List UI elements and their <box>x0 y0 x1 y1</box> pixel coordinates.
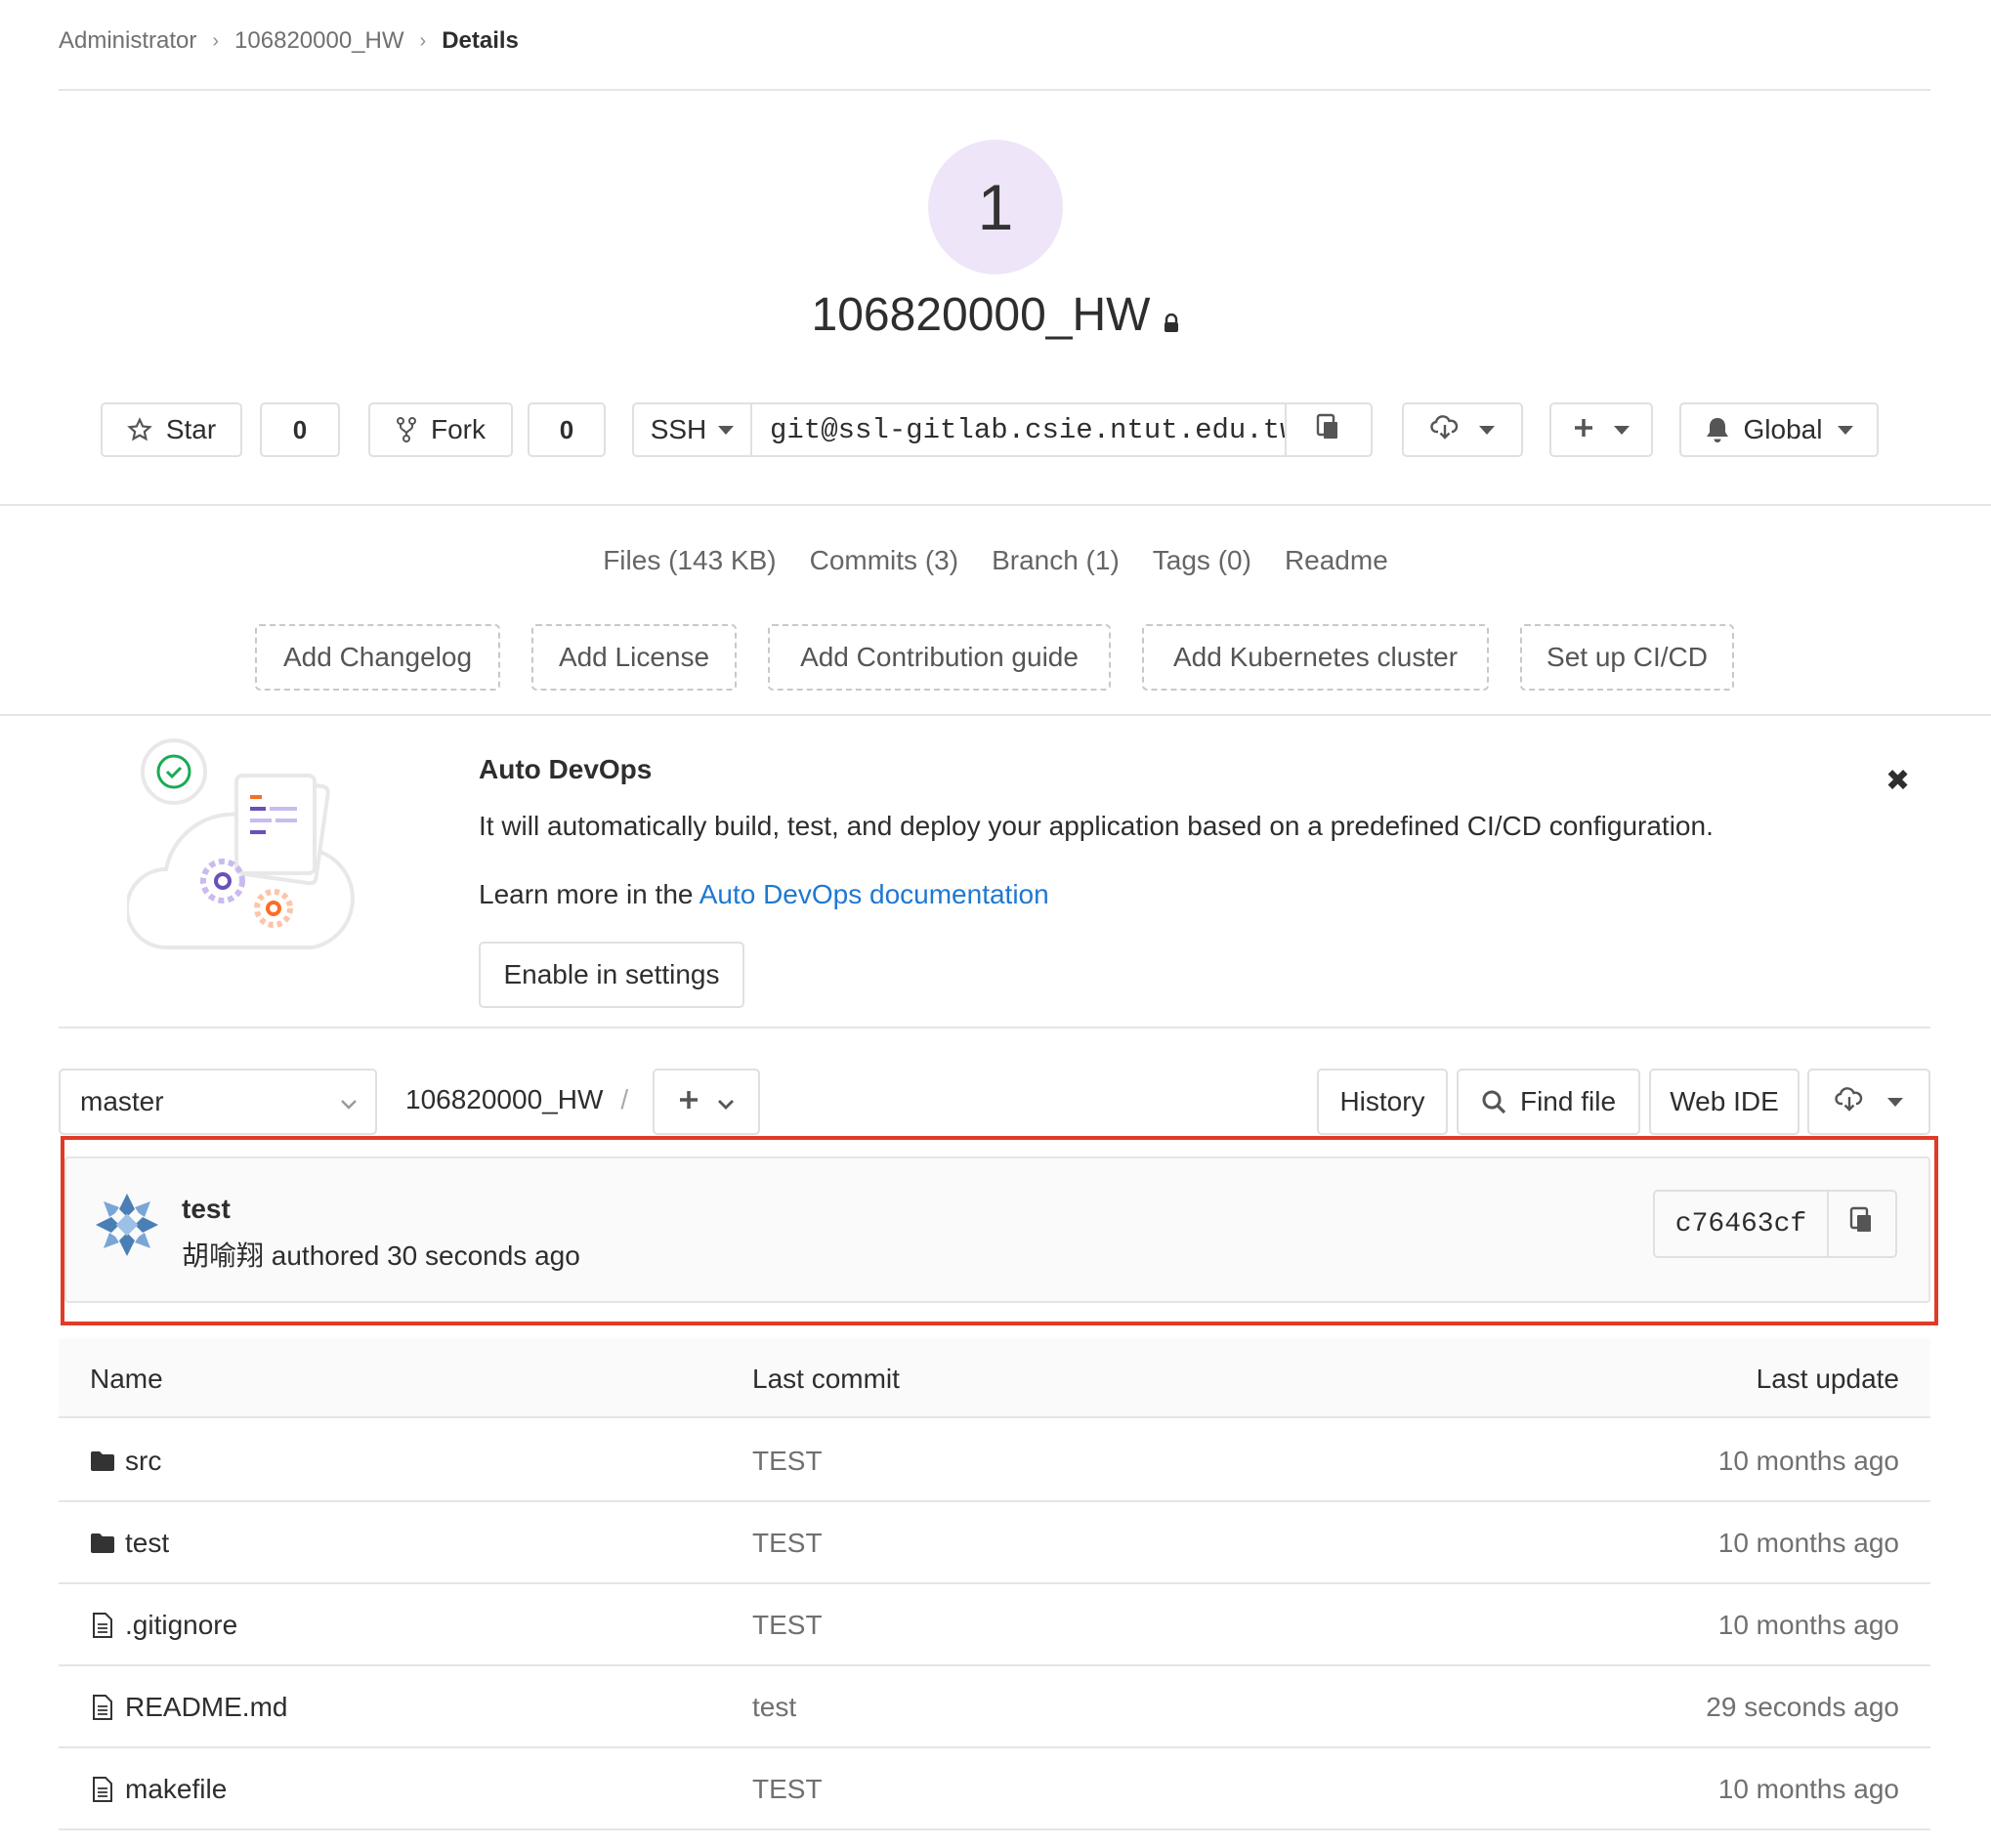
file-name[interactable]: src <box>125 1446 161 1477</box>
add-changelog-button[interactable]: Add Changelog <box>255 624 500 691</box>
copy-url-button[interactable] <box>1285 402 1373 457</box>
breadcrumb-item-administrator[interactable]: Administrator <box>59 27 196 55</box>
file-last-commit[interactable]: TEST <box>752 1774 823 1805</box>
divider <box>0 504 1991 506</box>
download-dropdown[interactable] <box>1402 402 1523 457</box>
new-item-dropdown[interactable] <box>1549 402 1653 457</box>
lock-icon <box>1164 291 1179 345</box>
protocol-dropdown[interactable]: SSH <box>632 402 752 457</box>
breadcrumb: Administrator › 106820000_HW › Details <box>59 27 519 55</box>
file-last-commit[interactable]: TEST <box>752 1446 823 1477</box>
project-stats: Files (143 KB) Commits (3) Branch (1) Ta… <box>0 545 1991 576</box>
star-button[interactable]: Star <box>101 402 242 457</box>
table-row[interactable]: .gitignore TEST 10 months ago <box>59 1584 1930 1666</box>
table-row[interactable]: README.md test 29 seconds ago <box>59 1666 1930 1748</box>
chevron-right-icon: › <box>419 29 427 52</box>
stat-files[interactable]: Files (143 KB) <box>603 545 776 576</box>
clone-url-input[interactable]: git@ssl-gitlab.csie.ntut.edu.tw <box>750 402 1287 457</box>
column-last-update: Last update <box>1756 1364 1899 1394</box>
file-last-update: 10 months ago <box>1717 1774 1899 1804</box>
project-name: 106820000_HW <box>811 289 1151 341</box>
caret-down-icon <box>1479 425 1495 435</box>
file-last-update: 10 months ago <box>1717 1446 1899 1476</box>
table-row[interactable]: src TEST 10 months ago <box>59 1420 1930 1502</box>
auto-devops-illustration <box>125 733 361 962</box>
chevron-right-icon: › <box>212 29 220 52</box>
add-contribution-guide-button[interactable]: Add Contribution guide <box>768 624 1111 691</box>
auto-devops-docs-link[interactable]: Auto DevOps documentation <box>699 879 1049 909</box>
bell-icon <box>1705 416 1730 443</box>
breadcrumb-item-project[interactable]: 106820000_HW <box>234 27 403 55</box>
stat-readme[interactable]: Readme <box>1285 545 1388 576</box>
auto-devops-description: It will automatically build, test, and d… <box>479 811 1714 841</box>
chevron-down-icon <box>717 1086 735 1117</box>
search-icon <box>1481 1089 1506 1114</box>
star-count[interactable]: 0 <box>260 402 340 457</box>
file-table-header <box>59 1338 1930 1418</box>
fork-icon <box>396 416 417 443</box>
close-icon[interactable]: ✖ <box>1885 764 1910 798</box>
file-name[interactable]: .gitignore <box>125 1610 237 1641</box>
project-avatar: 1 <box>928 140 1063 274</box>
file-name[interactable]: test <box>125 1528 169 1559</box>
caret-down-icon <box>1614 425 1630 435</box>
caret-down-icon <box>1838 425 1854 435</box>
column-last-commit: Last commit <box>752 1364 900 1394</box>
divider <box>59 1027 1930 1029</box>
find-file-button[interactable]: Find file <box>1457 1069 1640 1135</box>
path-separator: / <box>620 1084 629 1114</box>
file-name[interactable]: README.md <box>125 1692 287 1723</box>
divider <box>59 89 1930 91</box>
file-icon <box>90 1776 115 1803</box>
web-ide-button[interactable]: Web IDE <box>1649 1069 1800 1135</box>
caret-down-icon <box>1887 1097 1903 1107</box>
file-last-commit[interactable]: TEST <box>752 1528 823 1559</box>
add-kubernetes-cluster-button[interactable]: Add Kubernetes cluster <box>1142 624 1489 691</box>
stat-commits[interactable]: Commits (3) <box>810 545 958 576</box>
enable-in-settings-button[interactable]: Enable in settings <box>479 942 744 1008</box>
file-last-commit[interactable]: test <box>752 1692 796 1723</box>
file-last-update: 10 months ago <box>1717 1528 1899 1558</box>
divider <box>0 714 1991 716</box>
fork-count[interactable]: 0 <box>528 402 606 457</box>
plus-icon <box>678 1086 699 1117</box>
notification-dropdown[interactable]: Global <box>1679 402 1879 457</box>
caret-down-icon <box>718 425 735 435</box>
auto-devops-title: Auto DevOps <box>479 754 653 784</box>
add-license-button[interactable]: Add License <box>531 624 737 691</box>
plus-icon <box>1573 414 1594 445</box>
column-name: Name <box>90 1364 163 1394</box>
project-title: 106820000_HW <box>0 288 1991 345</box>
file-icon <box>90 1612 115 1639</box>
table-row[interactable]: test TEST 10 months ago <box>59 1502 1930 1584</box>
download-dropdown[interactable] <box>1807 1069 1930 1135</box>
file-last-update: 29 seconds ago <box>1706 1692 1899 1722</box>
breadcrumb-current[interactable]: Details <box>442 27 519 55</box>
download-cloud-icon <box>1430 413 1460 447</box>
highlight-frame <box>61 1136 1938 1325</box>
stat-tags[interactable]: Tags (0) <box>1153 545 1251 576</box>
fork-button[interactable]: Fork <box>368 402 513 457</box>
file-name[interactable]: makefile <box>125 1774 227 1805</box>
branch-selector[interactable]: master <box>59 1069 377 1135</box>
repo-path-root[interactable]: 106820000_HW <box>405 1084 603 1115</box>
stat-branch[interactable]: Branch (1) <box>992 545 1120 576</box>
file-last-commit[interactable]: TEST <box>752 1610 823 1641</box>
setup-cicd-button[interactable]: Set up CI/CD <box>1520 624 1734 691</box>
repo-path: 106820000_HW / <box>405 1084 628 1115</box>
download-cloud-icon <box>1835 1085 1864 1119</box>
star-icon <box>126 417 152 442</box>
file-icon <box>90 1694 115 1721</box>
chevron-down-icon <box>340 1086 358 1117</box>
auto-devops-learn-more: Learn more in the Auto DevOps documentat… <box>479 879 1049 909</box>
table-row[interactable]: makefile TEST 10 months ago <box>59 1748 1930 1830</box>
clipboard-icon <box>1315 412 1342 448</box>
file-last-update: 10 months ago <box>1717 1610 1899 1640</box>
folder-icon <box>90 1533 115 1554</box>
folder-icon <box>90 1450 115 1472</box>
history-button[interactable]: History <box>1317 1069 1448 1135</box>
add-to-tree-dropdown[interactable] <box>653 1069 760 1135</box>
